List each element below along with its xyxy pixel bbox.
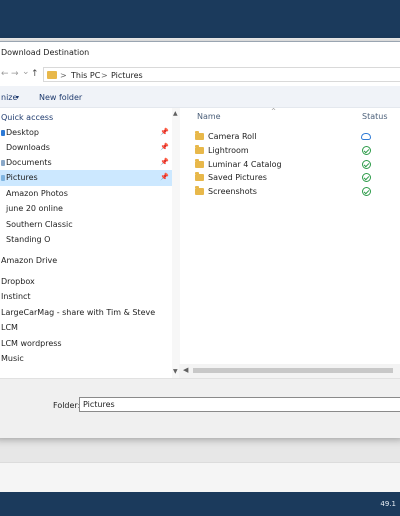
synced-check-icon: [362, 187, 371, 196]
app-lower-strip: [0, 462, 400, 492]
column-header-status[interactable]: Status: [362, 112, 388, 121]
nav-item-label: Standing O: [6, 235, 51, 244]
dialog-footer: Folder:: [0, 378, 400, 438]
file-list-pane: ^ Name Status Camera Roll Lightroom Lumi…: [185, 108, 400, 363]
nav-item-label: Southern Classic: [6, 220, 73, 229]
nav-item-label: Amazon Photos: [6, 189, 68, 198]
synced-check-icon: [362, 160, 371, 169]
nav-item-documents[interactable]: Documents 📌: [0, 155, 175, 171]
nav-item-southern-classic[interactable]: Southern Classic: [0, 217, 175, 233]
pin-icon: 📌: [160, 143, 169, 151]
file-name: Luminar 4 Catalog: [208, 160, 282, 169]
nav-item-lcm[interactable]: LCM: [0, 320, 175, 336]
dialog-title: Download Destination: [1, 48, 90, 57]
nav-item-label: Quick access: [1, 113, 54, 122]
breadcrumb-pictures[interactable]: Pictures: [111, 71, 143, 80]
navigation-bar: ← → ⌄ ↑ > This PC > Pictures: [0, 64, 400, 84]
file-row-camera-roll[interactable]: Camera Roll: [185, 130, 400, 144]
nav-item-label: Amazon Drive: [1, 256, 58, 265]
folder-name-input[interactable]: [79, 397, 400, 412]
column-header-name[interactable]: Name: [197, 112, 221, 121]
scroll-left-arrow-icon[interactable]: ◀: [183, 366, 188, 374]
file-list-horizontal-scrollbar[interactable]: ◀: [179, 364, 400, 378]
nav-item-downloads[interactable]: Downloads 📌: [0, 140, 175, 156]
download-destination-dialog: Download Destination ← → ⌄ ↑ > This PC >…: [0, 41, 400, 438]
nav-item-quick-access[interactable]: Quick access: [0, 110, 175, 126]
nav-item-label: Documents: [6, 158, 52, 167]
scroll-down-arrow-icon[interactable]: ▼: [173, 368, 178, 375]
organize-caret-icon[interactable]: ▾: [16, 94, 19, 101]
organize-menu-button[interactable]: nize: [1, 93, 17, 102]
nav-item-label: Desktop: [6, 128, 39, 137]
new-folder-button[interactable]: New folder: [39, 93, 82, 102]
nav-item-lcm-wordpress[interactable]: LCM wordpress: [0, 336, 175, 352]
navigation-pane: Quick access Desktop 📌 Downloads 📌 Docum…: [0, 108, 179, 378]
file-row-luminar-4-catalog[interactable]: Luminar 4 Catalog: [185, 158, 400, 172]
file-name: Camera Roll: [208, 132, 257, 141]
taskbar: 49.1: [0, 492, 400, 516]
navigation-pane-scrollbar[interactable]: ▲ ▼: [172, 108, 180, 378]
dialog-titlebar: Download Destination: [0, 42, 400, 64]
nav-item-label: Pictures: [6, 173, 38, 182]
folder-icon: [195, 145, 204, 154]
pin-icon: 📌: [160, 158, 169, 166]
nav-item-label: june 20 online: [6, 204, 63, 213]
nav-item-amazon-photos[interactable]: Amazon Photos: [0, 186, 175, 202]
command-bar: nize ▾ New folder: [0, 86, 400, 108]
nav-item-standing-o[interactable]: Standing O: [0, 232, 175, 248]
back-arrow-icon[interactable]: ←: [1, 69, 9, 79]
forward-arrow-icon[interactable]: →: [11, 69, 19, 79]
pin-icon: 📌: [160, 173, 169, 181]
file-row-lightroom[interactable]: Lightroom: [185, 144, 400, 158]
nav-item-instinct[interactable]: Instinct: [0, 289, 175, 305]
nav-item-desktop[interactable]: Desktop 📌: [0, 125, 175, 141]
nav-item-dropbox[interactable]: Dropbox: [0, 274, 175, 290]
nav-item-amazon-drive[interactable]: Amazon Drive: [0, 253, 175, 269]
nav-item-label: LCM: [1, 323, 18, 332]
pictures-folder-icon: [47, 71, 57, 79]
documents-icon: [1, 160, 5, 166]
recent-locations-dropdown-icon[interactable]: ⌄: [22, 67, 30, 77]
synced-check-icon: [362, 173, 371, 182]
folder-icon: [195, 186, 204, 195]
nav-item-label: Dropbox: [1, 277, 35, 286]
breadcrumb-this-pc[interactable]: This PC: [71, 71, 100, 80]
nav-item-pictures[interactable]: Pictures 📌: [0, 170, 175, 186]
taskbar-status-text: 49.1: [380, 500, 396, 508]
nav-item-music[interactable]: Music: [0, 351, 175, 367]
sort-ascending-icon: ^: [271, 108, 277, 115]
desktop-icon: [1, 130, 5, 136]
pin-icon: 📌: [160, 128, 169, 136]
scroll-up-arrow-icon[interactable]: ▲: [173, 110, 178, 117]
file-row-saved-pictures[interactable]: Saved Pictures: [185, 171, 400, 185]
breadcrumb-separator: >: [60, 71, 67, 80]
file-name: Screenshots: [208, 187, 257, 196]
folder-icon: [195, 172, 204, 181]
pictures-icon: [1, 175, 5, 181]
nav-item-june-20-online[interactable]: june 20 online: [0, 201, 175, 217]
scrollbar-thumb[interactable]: [193, 368, 393, 373]
nav-item-label: LCM wordpress: [1, 339, 62, 348]
breadcrumb-separator: >: [101, 71, 108, 80]
file-row-screenshots[interactable]: Screenshots: [185, 185, 400, 199]
nav-item-label: Downloads: [6, 143, 50, 152]
up-level-arrow-icon[interactable]: ↑: [31, 69, 39, 79]
nav-item-label: LargeCarMag - share with Tim & Steve: [1, 308, 156, 317]
nav-item-largecarmag[interactable]: LargeCarMag - share with Tim & Steve: [0, 305, 175, 321]
nav-item-label: Music: [1, 354, 24, 363]
folder-field-label: Folder:: [53, 401, 81, 410]
synced-check-icon: [362, 146, 371, 155]
address-bar[interactable]: > This PC > Pictures: [43, 67, 400, 82]
file-name: Saved Pictures: [208, 173, 267, 182]
folder-icon: [195, 131, 204, 140]
folder-icon: [195, 159, 204, 168]
background-top-band: [0, 0, 400, 38]
nav-item-label: Instinct: [1, 292, 31, 301]
cloud-status-icon: [361, 133, 371, 140]
file-name: Lightroom: [208, 146, 249, 155]
